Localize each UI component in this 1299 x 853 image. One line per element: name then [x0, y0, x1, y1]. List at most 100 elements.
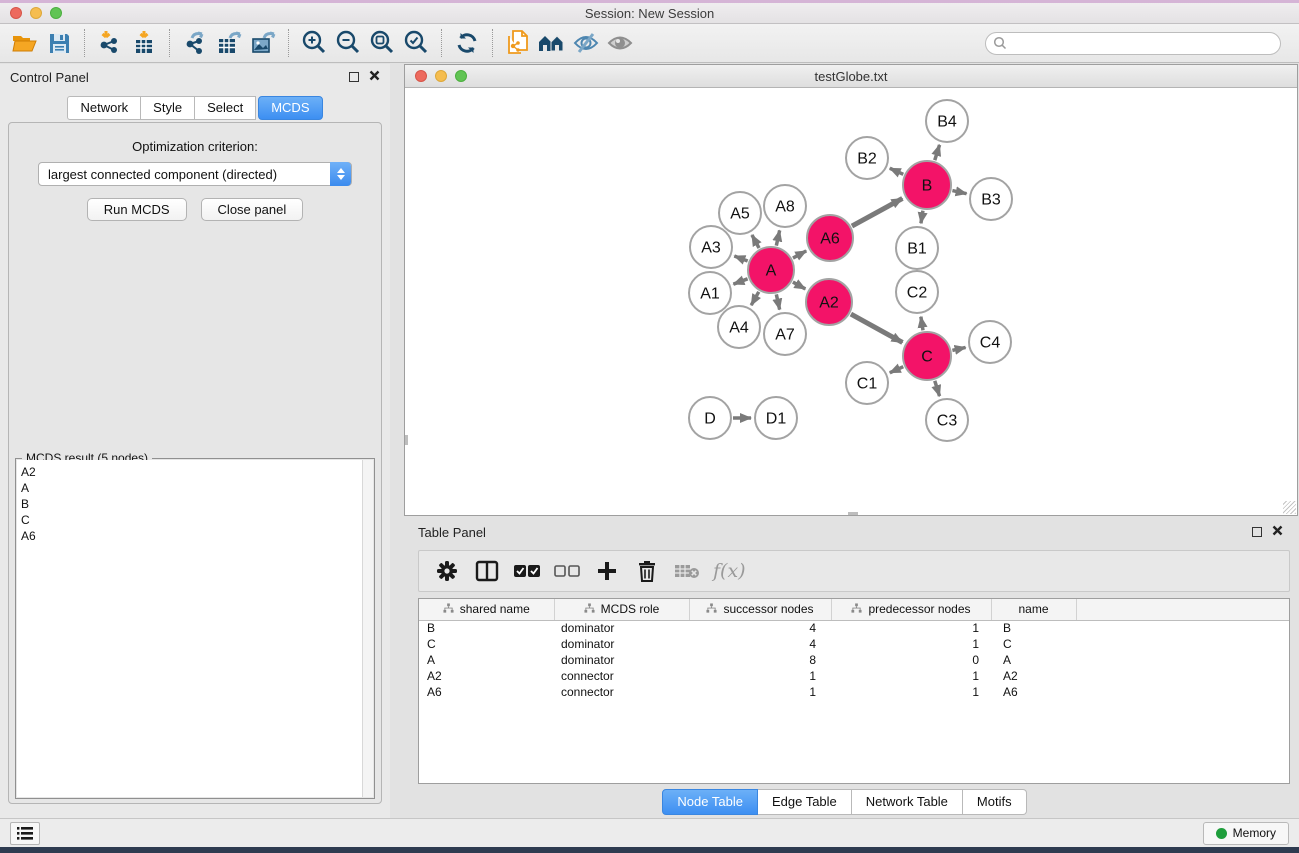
close-panel-icon[interactable] [369, 68, 380, 86]
result-item[interactable]: A6 [21, 528, 373, 544]
save-session-icon[interactable] [42, 27, 76, 59]
select-all-icon[interactable] [509, 554, 545, 588]
tab-network-table[interactable]: Network Table [852, 789, 963, 815]
hide-selected-icon[interactable] [569, 27, 603, 59]
edge-B-B4[interactable] [935, 145, 940, 160]
node-label-A6: A6 [820, 231, 840, 248]
float-panel-icon[interactable] [349, 72, 359, 82]
new-network-icon[interactable] [501, 27, 535, 59]
tab-edge-table[interactable]: Edge Table [758, 789, 852, 815]
refresh-icon[interactable] [450, 27, 484, 59]
network-window-title: testGlobe.txt [405, 69, 1297, 84]
export-table-icon[interactable] [212, 27, 246, 59]
table-panel-title: Table Panel [418, 525, 486, 540]
import-table-icon[interactable] [127, 27, 161, 59]
edge-B-B1[interactable] [921, 211, 923, 224]
edge-C-C3[interactable] [935, 381, 940, 396]
result-item[interactable]: A [21, 480, 373, 496]
export-network-icon[interactable] [178, 27, 212, 59]
window-title: Session: New Session [0, 6, 1299, 21]
first-neighbors-icon[interactable] [535, 27, 569, 59]
result-item[interactable]: C [21, 512, 373, 528]
split-columns-icon[interactable] [469, 554, 505, 588]
table-row[interactable]: Cdominator41C [419, 636, 1289, 652]
network-canvas[interactable]: AA1A2A3A4A5A6A7A8BB1B2B3B4CC1C2C3C4DD1 [405, 88, 1297, 515]
zoom-out-icon[interactable] [331, 27, 365, 59]
close-panel-button[interactable]: Close panel [201, 198, 304, 221]
close-table-panel-icon[interactable] [1272, 523, 1283, 541]
table-row[interactable]: A2connector11A2 [419, 668, 1289, 684]
zoom-fit-icon[interactable] [365, 27, 399, 59]
statusbar: Memory [0, 818, 1299, 847]
tab-mcds[interactable]: MCDS [258, 96, 322, 120]
edge-A-A3[interactable] [734, 256, 747, 261]
result-item[interactable]: B [21, 496, 373, 512]
network-window-titlebar[interactable]: testGlobe.txt [405, 65, 1297, 88]
column-header-name[interactable]: name [991, 599, 1076, 620]
edge-A-A2[interactable] [793, 282, 805, 289]
edge-A2-C[interactable] [851, 314, 903, 342]
edge-A-A4[interactable] [751, 292, 759, 305]
search-input[interactable] [1007, 34, 1280, 52]
column-header-shared-name[interactable]: shared name [419, 599, 554, 620]
gear-icon[interactable] [429, 554, 465, 588]
tab-style[interactable]: Style [141, 96, 195, 120]
tab-node-table[interactable]: Node Table [662, 789, 758, 815]
mcds-tab-content: Optimization criterion: largest connecte… [8, 122, 382, 804]
node-label-C2: C2 [907, 285, 928, 302]
deselect-all-icon[interactable] [549, 554, 585, 588]
column-header-predecessor-nodes[interactable]: predecessor nodes [831, 599, 991, 620]
node-label-B2: B2 [857, 151, 877, 168]
task-history-button[interactable] [10, 822, 40, 845]
edge-A-A5[interactable] [752, 235, 759, 248]
float-table-panel-icon[interactable] [1252, 527, 1262, 537]
node-table-body: Bdominator41BCdominator41CAdominator80AA… [419, 620, 1289, 700]
column-type-icon [851, 603, 862, 614]
node-label-C1: C1 [857, 376, 878, 393]
result-scrollbar[interactable] [362, 460, 373, 797]
tab-select[interactable]: Select [195, 96, 256, 120]
edge-A-A6[interactable] [793, 251, 806, 258]
edge-C-C2[interactable] [921, 317, 923, 331]
edge-A-A1[interactable] [733, 279, 747, 284]
criterion-dropdown[interactable]: largest connected component (directed) [38, 162, 352, 186]
table-row[interactable]: Bdominator41B [419, 620, 1289, 636]
result-item[interactable]: A2 [21, 464, 373, 480]
table-row[interactable]: A6connector11A6 [419, 684, 1289, 700]
node-label-D: D [704, 411, 716, 428]
edge-C-C1[interactable] [890, 367, 903, 373]
control-panel-title: Control Panel [10, 70, 89, 85]
delete-column-icon[interactable] [629, 554, 665, 588]
open-session-icon[interactable] [8, 27, 42, 59]
edge-A6-B[interactable] [852, 198, 902, 226]
column-header-successor-nodes[interactable]: successor nodes [689, 599, 831, 620]
import-network-icon[interactable] [93, 27, 127, 59]
edge-B-B3[interactable] [952, 191, 966, 194]
optimization-criterion-label: Optimization criterion: [9, 139, 381, 154]
toolbar-separator [441, 29, 442, 57]
node-label-B1: B1 [907, 241, 927, 258]
zoom-in-icon[interactable] [297, 27, 331, 59]
window-resize-grip[interactable] [1283, 501, 1296, 514]
delete-table-icon[interactable] [669, 554, 705, 588]
column-header-MCDS-role[interactable]: MCDS role [554, 599, 689, 620]
edge-C-C4[interactable] [952, 347, 965, 350]
table-row[interactable]: Adominator80A [419, 652, 1289, 668]
memory-button[interactable]: Memory [1203, 822, 1289, 845]
list-icon [17, 827, 33, 840]
edge-A-A7[interactable] [776, 294, 779, 309]
tab-motifs[interactable]: Motifs [963, 789, 1027, 815]
zoom-selected-icon[interactable] [399, 27, 433, 59]
search-field[interactable] [985, 32, 1281, 55]
show-all-icon[interactable] [603, 27, 637, 59]
app-titlebar: Session: New Session [0, 0, 1299, 24]
function-builder-icon[interactable]: f(x) [713, 560, 746, 582]
tab-network[interactable]: Network [67, 96, 141, 120]
edge-B-B2[interactable] [890, 168, 903, 174]
edge-A-A8[interactable] [776, 230, 779, 245]
add-column-icon[interactable] [589, 554, 625, 588]
node-label-A4: A4 [729, 320, 749, 337]
run-mcds-button[interactable]: Run MCDS [87, 198, 187, 221]
export-image-icon[interactable] [246, 27, 280, 59]
dropdown-stepper-icon [330, 162, 351, 186]
